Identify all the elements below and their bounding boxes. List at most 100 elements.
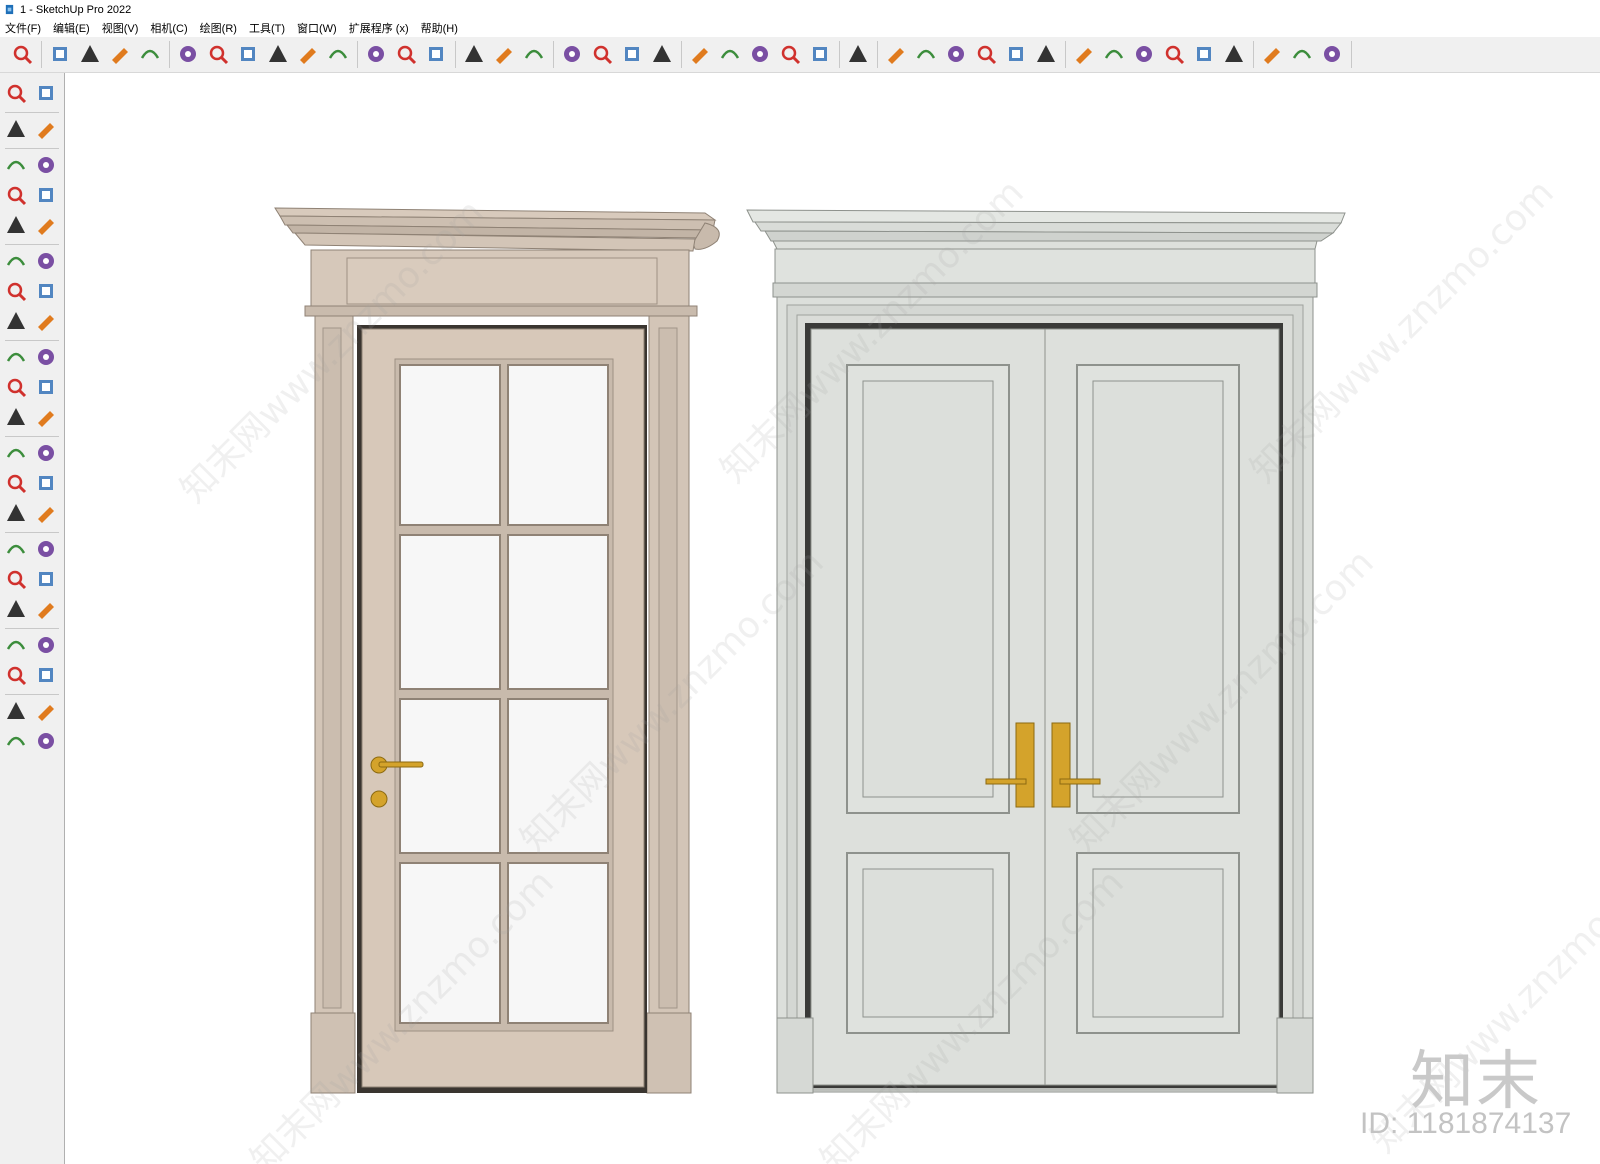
orbit-icon[interactable]	[462, 42, 486, 66]
menu-window[interactable]: 窗口(W)	[291, 20, 343, 36]
menu-edit[interactable]: 编辑(E)	[47, 20, 96, 36]
protractor-icon[interactable]	[4, 471, 28, 495]
eraser-icon[interactable]	[78, 42, 102, 66]
freehand-icon[interactable]	[34, 183, 58, 207]
layers-icon[interactable]	[590, 42, 614, 66]
zoom-icon[interactable]	[4, 567, 28, 591]
cart-icon[interactable]	[1290, 42, 1314, 66]
pencil-icon[interactable]	[4, 183, 28, 207]
styles-icon[interactable]	[650, 42, 674, 66]
menu-camera[interactable]: 相机(C)	[144, 20, 193, 36]
component-icon[interactable]	[4, 153, 28, 177]
move-icon[interactable]	[4, 345, 28, 369]
tags-icon[interactable]	[34, 729, 58, 753]
previous-view-icon[interactable]	[34, 597, 58, 621]
xray-icon[interactable]	[974, 42, 998, 66]
orbit-icon[interactable]	[34, 81, 58, 105]
pan-icon[interactable]	[34, 537, 58, 561]
materials-icon[interactable]	[1102, 42, 1126, 66]
zoom-icon[interactable]	[10, 42, 34, 66]
follow-me-icon[interactable]	[34, 375, 58, 399]
scale-icon[interactable]	[326, 42, 350, 66]
circle-icon[interactable]	[4, 249, 28, 273]
zoom-window-icon[interactable]	[34, 567, 58, 591]
comment-icon[interactable]	[1222, 42, 1246, 66]
push-pull-icon[interactable]	[34, 345, 58, 369]
paint-bucket-icon[interactable]	[4, 117, 28, 141]
toolbar-separator	[169, 41, 170, 68]
dimension-icon[interactable]	[34, 441, 58, 465]
checker-icon[interactable]	[1132, 42, 1156, 66]
info-icon[interactable]	[1260, 42, 1284, 66]
upload-icon[interactable]	[1162, 42, 1186, 66]
two-point-arc-icon[interactable]	[34, 279, 58, 303]
tape-measure-icon[interactable]	[364, 42, 388, 66]
left-view-icon[interactable]	[914, 42, 938, 66]
toolbar-separator	[1351, 41, 1352, 68]
sections-icon[interactable]	[34, 699, 58, 723]
layers-icon[interactable]	[4, 699, 28, 723]
menu-help[interactable]: 帮助(H)	[415, 20, 464, 36]
text-icon[interactable]	[34, 471, 58, 495]
section-plane-icon[interactable]	[34, 663, 58, 687]
select-icon[interactable]	[4, 81, 28, 105]
menu-view[interactable]: 视图(V)	[96, 20, 145, 36]
right-view-icon[interactable]	[884, 42, 908, 66]
rectangle-icon[interactable]	[176, 42, 200, 66]
toolbar-separator	[5, 436, 59, 437]
three-point-arc-icon[interactable]	[4, 309, 28, 333]
iso-view-icon[interactable]	[748, 42, 772, 66]
rotate-icon[interactable]	[296, 42, 320, 66]
tape-measure-icon[interactable]	[4, 441, 28, 465]
arc-icon[interactable]	[138, 42, 162, 66]
offset-icon[interactable]	[34, 405, 58, 429]
menu-file[interactable]: 文件(F)	[0, 20, 47, 36]
main-toolbar	[0, 37, 1600, 73]
menu-extensions[interactable]: 扩展程序 (x)	[343, 20, 415, 36]
rotate-icon[interactable]	[4, 375, 28, 399]
menu-tools[interactable]: 工具(T)	[243, 20, 291, 36]
settings-icon[interactable]	[1192, 42, 1216, 66]
shield-icon[interactable]	[1072, 42, 1096, 66]
select-icon[interactable]	[48, 42, 72, 66]
zoom-extents-icon[interactable]	[4, 597, 28, 621]
orbit-tool-icon[interactable]	[4, 537, 28, 561]
follow-me-icon[interactable]	[236, 42, 260, 66]
model-viewport[interactable]: 知末网www.znzmo.com 知末网www.znzmo.com 知末网www…	[65, 73, 1600, 1164]
camera-icon[interactable]	[1004, 42, 1028, 66]
eraser-icon[interactable]	[34, 117, 58, 141]
component-icon[interactable]	[944, 42, 968, 66]
home-icon[interactable]	[808, 42, 832, 66]
move-icon[interactable]	[266, 42, 290, 66]
account-icon[interactable]	[718, 42, 742, 66]
tape-icon[interactable]	[34, 153, 58, 177]
push-pull-icon[interactable]	[206, 42, 230, 66]
zoom-extents-icon[interactable]	[560, 42, 584, 66]
rotated-rectangle-icon[interactable]	[34, 213, 58, 237]
walk-icon[interactable]	[4, 663, 28, 687]
scale-icon[interactable]	[4, 405, 28, 429]
pan-icon[interactable]	[492, 42, 516, 66]
rectangle-icon[interactable]	[4, 213, 28, 237]
polygon-icon[interactable]	[34, 249, 58, 273]
sections-icon[interactable]	[620, 42, 644, 66]
styles-icon[interactable]	[4, 729, 28, 753]
plus-icon[interactable]	[1034, 42, 1058, 66]
3d-text-icon[interactable]	[34, 501, 58, 525]
zoom-tool-icon[interactable]	[522, 42, 546, 66]
user-icon[interactable]	[1320, 42, 1344, 66]
tags-icon[interactable]	[688, 42, 712, 66]
back-view-icon[interactable]	[846, 42, 870, 66]
front-view-icon[interactable]	[778, 42, 802, 66]
single-glass-door-model	[274, 207, 720, 1094]
look-around-icon[interactable]	[34, 633, 58, 657]
toolbar-separator	[553, 41, 554, 68]
text-icon[interactable]	[394, 42, 418, 66]
axes-icon[interactable]	[4, 501, 28, 525]
arc-icon[interactable]	[4, 279, 28, 303]
menu-draw[interactable]: 绘图(R)	[194, 20, 243, 36]
paint-bucket-icon[interactable]	[424, 42, 448, 66]
position-camera-icon[interactable]	[4, 633, 28, 657]
pencil-icon[interactable]	[108, 42, 132, 66]
pie-icon[interactable]	[34, 309, 58, 333]
